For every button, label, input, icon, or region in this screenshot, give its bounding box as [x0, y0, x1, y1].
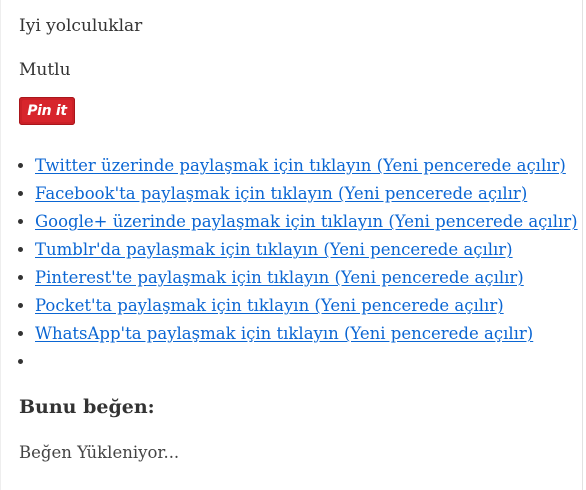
- pin-it-label: Pin it: [22, 100, 72, 122]
- share-item-pocket: Pocket'ta paylaşmak için tıklayın (Yeni …: [35, 292, 575, 320]
- post-text-line: Mutlu: [19, 60, 71, 80]
- share-link-facebook[interactable]: Facebook'ta paylaşmak için tıklayın (Yen…: [35, 184, 527, 203]
- post-text-line: Iyi yolculuklar: [19, 16, 143, 36]
- share-link-whatsapp[interactable]: WhatsApp'ta paylaşmak için tıklayın (Yen…: [35, 324, 533, 343]
- share-links-list: Twitter üzerinde paylaşmak için tıklayın…: [19, 152, 578, 376]
- share-link-twitter[interactable]: Twitter üzerinde paylaşmak için tıklayın…: [35, 156, 566, 175]
- share-item-google-plus: Google+ üzerinde paylaşmak için tıklayın…: [35, 208, 578, 236]
- pin-it-button[interactable]: Pin it: [19, 97, 75, 125]
- share-item-tumblr: Tumblr'da paylaşmak için tıklayın (Yeni …: [35, 236, 575, 264]
- share-link-pocket[interactable]: Pocket'ta paylaşmak için tıklayın (Yeni …: [35, 296, 504, 315]
- share-link-pinterest[interactable]: Pinterest'te paylaşmak için tıklayın (Ye…: [35, 268, 524, 287]
- share-link-tumblr[interactable]: Tumblr'da paylaşmak için tıklayın (Yeni …: [35, 240, 513, 259]
- page-frame: Iyi yolculuklar Mutlu Pin it Twitter üze…: [0, 0, 583, 490]
- likes-loading-text: Beğen Yükleniyor...: [19, 443, 180, 462]
- share-item-empty: [35, 348, 575, 376]
- share-item-pinterest: Pinterest'te paylaşmak için tıklayın (Ye…: [35, 264, 575, 292]
- share-link-google-plus[interactable]: Google+ üzerinde paylaşmak için tıklayın…: [35, 212, 578, 231]
- share-item-facebook: Facebook'ta paylaşmak için tıklayın (Yen…: [35, 180, 575, 208]
- share-item-whatsapp: WhatsApp'ta paylaşmak için tıklayın (Yen…: [35, 320, 575, 348]
- share-item-twitter: Twitter üzerinde paylaşmak için tıklayın…: [35, 152, 575, 180]
- likes-heading: Bunu beğen:: [19, 396, 155, 418]
